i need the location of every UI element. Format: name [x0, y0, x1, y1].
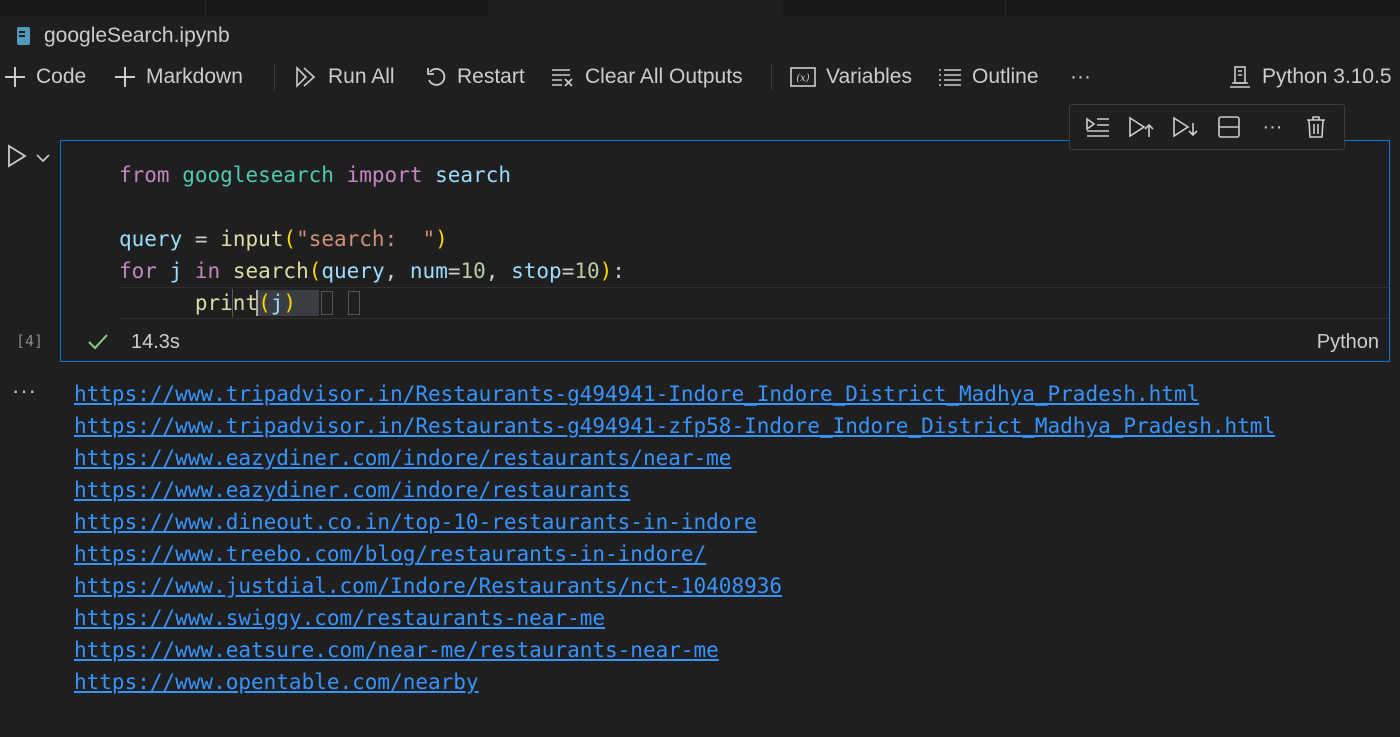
- add-code-label: Code: [36, 65, 87, 88]
- output-more-button[interactable]: ···: [12, 378, 37, 404]
- tab-divider: [205, 0, 206, 16]
- run-next-icon[interactable]: [1080, 109, 1116, 145]
- cell-language[interactable]: Python: [1317, 331, 1379, 354]
- output-link[interactable]: https://www.tripadvisor.in/Restaurants-g…: [74, 410, 1275, 442]
- variables-icon: (x): [790, 67, 816, 87]
- restart-label: Restart: [457, 65, 525, 88]
- code-content[interactable]: from googlesearch import search query = …: [119, 159, 625, 319]
- more-icon[interactable]: ···: [1254, 109, 1290, 145]
- outline-icon: [938, 67, 962, 87]
- code-line[interactable]: for j in search(query, num=10, stop=10):: [119, 255, 625, 287]
- clear-all-outputs-button[interactable]: Clear All Outputs: [551, 58, 743, 96]
- svg-text:(x): (x): [796, 73, 810, 84]
- execute-above-icon[interactable]: [1123, 109, 1159, 145]
- run-all-label: Run All: [328, 65, 395, 88]
- notebook-toolbar: Code Markdown Run All Restart Clear All …: [0, 58, 1400, 96]
- code-line[interactable]: [119, 191, 625, 223]
- output-link[interactable]: https://www.justdial.com/Indore/Restaura…: [74, 570, 1275, 602]
- outline-button[interactable]: Outline: [938, 58, 1039, 96]
- plus-icon: [4, 66, 26, 88]
- delete-icon[interactable]: [1298, 109, 1334, 145]
- output-link[interactable]: https://www.dineout.co.in/top-10-restaur…: [74, 506, 1275, 538]
- execute-below-icon[interactable]: [1167, 109, 1203, 145]
- code-line[interactable]: from googlesearch import search: [119, 159, 625, 191]
- text-cursor: [256, 290, 258, 316]
- outline-label: Outline: [972, 65, 1039, 88]
- more-icon: ···: [1070, 65, 1091, 88]
- code-cell[interactable]: from googlesearch import search query = …: [60, 140, 1390, 362]
- output-link[interactable]: https://www.eatsure.com/near-me/restaura…: [74, 634, 1275, 666]
- output-link[interactable]: https://www.opentable.com/nearby: [74, 666, 1275, 698]
- add-markdown-label: Markdown: [146, 65, 243, 88]
- restart-icon: [425, 66, 447, 88]
- add-code-cell-button[interactable]: Code: [4, 58, 86, 96]
- clear-outputs-icon: [551, 67, 575, 87]
- kernel-label: Python 3.10.5: [1262, 65, 1392, 88]
- notebook-file-name[interactable]: googleSearch.ipynb: [44, 24, 230, 48]
- split-cell-icon[interactable]: [1211, 109, 1247, 145]
- variables-button[interactable]: (x) Variables: [790, 58, 912, 96]
- toolbar-more-button[interactable]: ···: [1070, 58, 1091, 96]
- output-link[interactable]: https://www.eazydiner.com/indore/restaur…: [74, 474, 1275, 506]
- restart-button[interactable]: Restart: [425, 58, 525, 96]
- plus-icon: [114, 66, 136, 88]
- cell-editor[interactable]: from googlesearch import search query = …: [61, 141, 1389, 321]
- code-line[interactable]: query = input("search: "): [119, 223, 625, 255]
- active-tab[interactable]: [488, 0, 783, 16]
- cell-status-bar: 14.3s Python: [61, 323, 1389, 361]
- run-all-button[interactable]: Run All: [294, 58, 395, 96]
- run-cell-button[interactable]: [6, 144, 28, 173]
- run-all-icon: [294, 65, 318, 89]
- check-icon: [87, 332, 109, 358]
- notebook-icon: [16, 25, 32, 47]
- clear-all-outputs-label: Clear All Outputs: [585, 65, 743, 88]
- toolbar-separator: [771, 64, 772, 90]
- toolbar-separator: [274, 64, 275, 90]
- cell-run-controls: [6, 144, 50, 173]
- output-link[interactable]: https://www.eazydiner.com/indore/restaur…: [74, 442, 1275, 474]
- output-link[interactable]: https://www.tripadvisor.in/Restaurants-g…: [74, 378, 1275, 410]
- execution-duration: 14.3s: [131, 331, 180, 353]
- variables-label: Variables: [826, 65, 912, 88]
- add-markdown-cell-button[interactable]: Markdown: [114, 58, 243, 96]
- tab-divider: [1005, 0, 1006, 16]
- output-link[interactable]: https://www.treebo.com/blog/restaurants-…: [74, 538, 1275, 570]
- cell-output: https://www.tripadvisor.in/Restaurants-g…: [74, 378, 1275, 698]
- kernel-icon: [1228, 65, 1252, 89]
- notebook-title: googleSearch.ipynb: [16, 22, 230, 50]
- kernel-picker[interactable]: Python 3.10.5: [1228, 58, 1392, 96]
- chevron-down-icon[interactable]: [36, 150, 50, 168]
- editor-tab-strip: [0, 0, 1400, 16]
- output-link[interactable]: https://www.swiggy.com/restaurants-near-…: [74, 602, 1275, 634]
- cell-toolbar: ···: [1069, 104, 1345, 150]
- code-line[interactable]: print(j): [119, 287, 625, 319]
- execution-count: [4]: [16, 332, 44, 350]
